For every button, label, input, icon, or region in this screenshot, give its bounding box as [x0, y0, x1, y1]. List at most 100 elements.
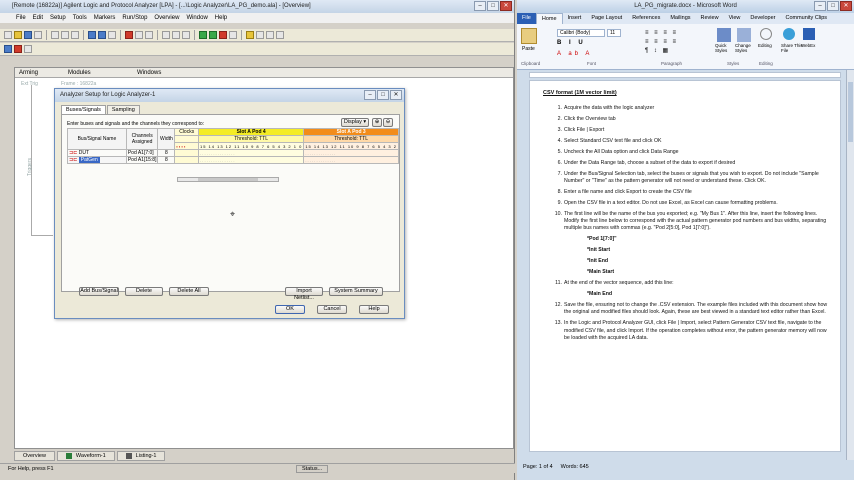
open-icon[interactable]: [14, 31, 22, 39]
goto2-icon[interactable]: [266, 31, 274, 39]
system-summary-button[interactable]: System Summary: [329, 287, 383, 296]
zoom-out-icon[interactable]: [98, 31, 106, 39]
change-styles-label[interactable]: Change Styles: [735, 43, 755, 53]
word-minimize-button[interactable]: –: [814, 1, 826, 11]
share-label[interactable]: Share This File: [781, 43, 803, 53]
cancel-icon[interactable]: [229, 31, 237, 39]
dialog-close-button[interactable]: ✕: [390, 90, 402, 100]
font-size-select[interactable]: 11: [607, 29, 621, 37]
webex-label[interactable]: WebEx: [801, 43, 815, 48]
zoom-in-icon[interactable]: [88, 31, 96, 39]
menu-runstop[interactable]: Run/Stop: [122, 13, 147, 23]
tab-developer[interactable]: Developer: [745, 13, 780, 24]
slot-a-threshold[interactable]: Threshold: TTL: [197, 135, 305, 143]
cut-icon[interactable]: [51, 31, 59, 39]
tab-view[interactable]: View: [724, 13, 746, 24]
tool-icon[interactable]: [162, 31, 170, 39]
menu-overview[interactable]: Overview: [154, 13, 179, 23]
bus-name-cell[interactable]: ⊐⊏ DUT: [67, 149, 127, 157]
marker-icon[interactable]: [125, 31, 133, 39]
word-close-button[interactable]: ✕: [840, 1, 852, 11]
tab-insert[interactable]: Insert: [563, 13, 587, 24]
paste-label[interactable]: Paste: [522, 46, 535, 52]
zoom-in-button[interactable]: ⊕: [372, 118, 382, 127]
tab-buses-signals[interactable]: Buses/Signals: [61, 105, 106, 114]
cancel-button[interactable]: Cancel: [317, 305, 347, 314]
scroll-thumb[interactable]: [848, 82, 853, 142]
menu-window[interactable]: Window: [186, 13, 207, 23]
run-repetitive-icon[interactable]: [209, 31, 217, 39]
bus-name-cell[interactable]: ⊐⊏ PatGen: [67, 156, 127, 164]
tab-waveform[interactable]: Waveform-1: [56, 451, 115, 461]
tab-page-layout[interactable]: Page Layout: [586, 13, 627, 24]
font-name-select[interactable]: Calibri (Body): [557, 29, 605, 37]
horizontal-scrollbar[interactable]: [177, 177, 279, 182]
maximize-button[interactable]: □: [487, 1, 499, 11]
bold-italic-underline-buttons[interactable]: B I U: [557, 40, 586, 46]
tab-home[interactable]: Home: [535, 13, 563, 24]
marker2-icon[interactable]: [135, 31, 143, 39]
tool2-icon[interactable]: [172, 31, 180, 39]
module-icon[interactable]: [4, 45, 12, 53]
pod3-assign-cell[interactable]: . . . . . . . . . . . . . .: [303, 149, 399, 157]
pattern-gen-icon[interactable]: [14, 45, 22, 53]
menu-help[interactable]: Help: [215, 13, 227, 23]
tab-listing[interactable]: Listing-1: [116, 451, 166, 461]
help-button[interactable]: Help: [359, 305, 389, 314]
module3-icon[interactable]: [24, 45, 32, 53]
tool3-icon[interactable]: [182, 31, 190, 39]
pod3-assign-cell[interactable]: . . . . . . . . . . . . . .: [303, 156, 399, 164]
tab-references[interactable]: References: [627, 13, 665, 24]
webex-icon[interactable]: [803, 28, 815, 40]
quick-styles-icon[interactable]: [717, 28, 731, 42]
run-icon[interactable]: [199, 31, 207, 39]
display-dropdown[interactable]: Display ▾: [341, 118, 369, 127]
change-styles-icon[interactable]: [737, 28, 751, 42]
new-icon[interactable]: [4, 31, 12, 39]
add-bus-signal-button[interactable]: Add Bus/Signal: [79, 287, 119, 296]
delete-all-button[interactable]: Delete All: [169, 287, 209, 296]
tab-sampling[interactable]: Sampling: [106, 105, 140, 114]
table-row[interactable]: ⊐⊏ DUT Pod A1[7:0] 8 . . . . . . . . . .…: [67, 149, 399, 157]
delete-button[interactable]: Delete: [125, 287, 163, 296]
tab-review[interactable]: Review: [696, 13, 724, 24]
word-maximize-button[interactable]: □: [827, 1, 839, 11]
font-color-buttons[interactable]: A ab A: [557, 51, 592, 57]
menu-setup[interactable]: Setup: [50, 13, 66, 23]
dialog-minimize-button[interactable]: –: [364, 90, 376, 100]
tab-mailings[interactable]: Mailings: [665, 13, 695, 24]
menu-edit[interactable]: Edit: [33, 13, 43, 23]
dialog-maximize-button[interactable]: □: [377, 90, 389, 100]
table-row[interactable]: ⊐⊏ PatGen Pod A1[15:8] 8 . . . . . . . .…: [67, 156, 399, 164]
print-icon[interactable]: [34, 31, 42, 39]
goto3-icon[interactable]: [276, 31, 284, 39]
minimize-button[interactable]: –: [474, 1, 486, 11]
slot-b-threshold[interactable]: Threshold: TTL: [303, 135, 399, 143]
zoom-out-button[interactable]: ⊖: [383, 118, 393, 127]
editing-icon[interactable]: [760, 28, 772, 40]
copy-icon[interactable]: [61, 31, 69, 39]
save-icon[interactable]: [24, 31, 32, 39]
search-icon[interactable]: [246, 31, 254, 39]
quick-styles-label[interactable]: Quick Styles: [715, 43, 735, 53]
paste-icon[interactable]: [71, 31, 79, 39]
tab-overview[interactable]: Overview: [14, 451, 55, 461]
vertical-scrollbar[interactable]: [846, 70, 854, 460]
pod4-assign-cell[interactable]: . . . . . . . . . . . . . . . .: [197, 149, 305, 157]
import-netlist-button[interactable]: Import Netlist...: [285, 287, 323, 301]
scroll-thumb[interactable]: [198, 178, 258, 181]
status-button[interactable]: Status...: [296, 465, 329, 473]
tab-file[interactable]: File: [517, 13, 536, 24]
stop-icon[interactable]: [219, 31, 227, 39]
editing-label[interactable]: Editing: [758, 43, 772, 48]
menu-tools[interactable]: Tools: [73, 13, 87, 23]
pod4-assign-cell[interactable]: . . . . . . . . . . . . . . . .: [197, 156, 305, 164]
ok-button[interactable]: OK: [275, 305, 305, 314]
zoom-fit-icon[interactable]: [108, 31, 116, 39]
paste-icon[interactable]: [521, 28, 537, 44]
menu-markers[interactable]: Markers: [94, 13, 116, 23]
goto-icon[interactable]: [256, 31, 264, 39]
marker3-icon[interactable]: [145, 31, 153, 39]
tab-community-clips[interactable]: Community Clips: [780, 13, 832, 24]
close-button[interactable]: ✕: [500, 1, 512, 11]
